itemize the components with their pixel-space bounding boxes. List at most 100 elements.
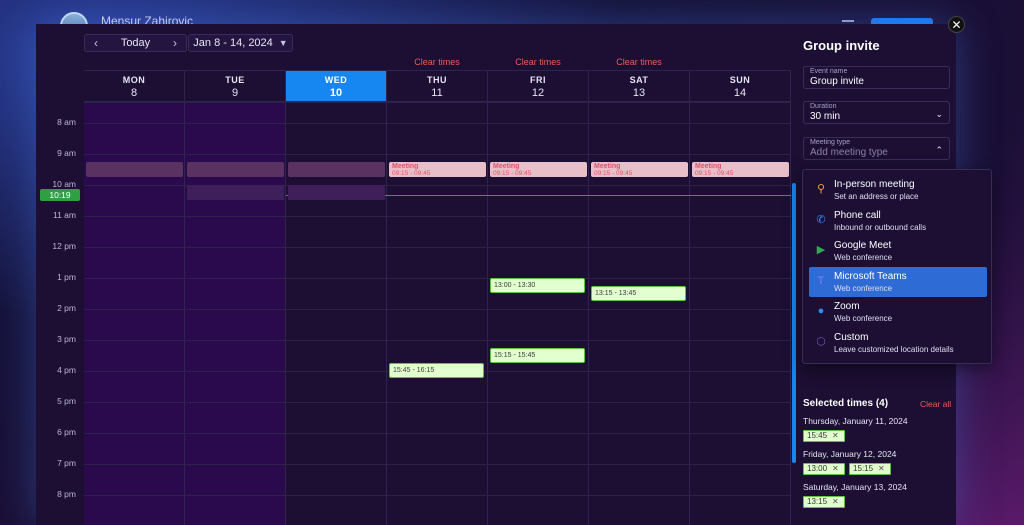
- clear-all-button[interactable]: Clear all: [920, 399, 951, 409]
- day-date: 10: [329, 87, 343, 99]
- hour-label: 1 pm: [57, 272, 76, 282]
- meeting-type-option[interactable]: ⬡ Custom Leave customized location details: [809, 328, 987, 358]
- clear-times-sat[interactable]: Clear times: [604, 57, 674, 67]
- selected-time-chip[interactable]: 13:15 ✕: [803, 496, 845, 508]
- selected-slot[interactable]: 15:45 - 16:15: [389, 363, 484, 379]
- close-icon[interactable]: ✕: [832, 464, 839, 473]
- meeting-event[interactable]: Meeting 09:15 - 09:45: [389, 161, 486, 177]
- meeting-type-option[interactable]: ⚲ In-person meeting Set an address or plac…: [809, 175, 987, 205]
- day-header-fri[interactable]: FRI 12: [488, 70, 589, 102]
- selected-slot[interactable]: 13:15 - 13:45: [591, 285, 686, 301]
- meeting-title: Meeting: [493, 162, 520, 170]
- hour-label: 12 pm: [52, 241, 76, 251]
- hour-line: [84, 340, 790, 341]
- meeting-title: Meeting: [392, 162, 419, 170]
- selected-time-chip[interactable]: 15:45 ✕: [803, 430, 845, 442]
- meeting-title: Meeting: [594, 162, 621, 170]
- selected-time-chip[interactable]: 13:00 ✕: [803, 463, 845, 475]
- option-subtitle: Web conference: [834, 314, 893, 323]
- panel-title: Group invite: [803, 38, 880, 53]
- hour-label: 8 pm: [57, 489, 76, 499]
- hour-label: 6 pm: [57, 427, 76, 437]
- google-meet-icon: ▶: [816, 244, 826, 256]
- date-range-picker[interactable]: Jan 8 - 14, 2024 ▼: [188, 34, 293, 52]
- meeting-type-label: Meeting type: [810, 139, 851, 146]
- chip-time: 13:15: [807, 497, 828, 506]
- selected-slot[interactable]: 13:00 - 13:30: [490, 278, 585, 293]
- calendar: ‹ Today › Jan 8 - 14, 2024 ▼ Clear times…: [36, 24, 796, 525]
- hour-label: 4 pm: [57, 365, 76, 375]
- duration-label: Duration: [810, 103, 837, 110]
- next-week-button[interactable]: ›: [164, 36, 186, 50]
- phone-icon: ✆: [816, 213, 826, 226]
- past-slot: [187, 185, 284, 200]
- top-bar: Mensur Zahirovic: [0, 0, 1024, 40]
- selected-slot[interactable]: 15:15 - 15:45: [490, 347, 585, 363]
- meeting-event[interactable]: Meeting 09:15 - 09:45: [692, 161, 789, 177]
- meeting-type-option[interactable]: ● Zoom Web conference: [809, 297, 987, 327]
- prev-week-button[interactable]: ‹: [85, 36, 107, 50]
- option-title: In-person meeting: [834, 179, 915, 190]
- meeting-title: Meeting: [695, 162, 722, 170]
- close-icon[interactable]: ✕: [832, 431, 839, 440]
- meeting-event[interactable]: [187, 161, 284, 177]
- clear-times-fri[interactable]: Clear times: [503, 57, 573, 67]
- meeting-time: 09:15 - 09:45: [493, 169, 532, 177]
- selected-times-title: Selected times (4): [803, 398, 889, 409]
- hour-line: [84, 433, 790, 434]
- hour-line: [84, 402, 790, 403]
- option-title: Microsoft Teams: [834, 270, 907, 282]
- hour-label: 3 pm: [57, 334, 76, 344]
- scrollbar[interactable]: [792, 183, 796, 463]
- day-header-sat[interactable]: SAT 13: [589, 70, 690, 102]
- option-title: Custom: [834, 331, 869, 343]
- week-nav: ‹ Today ›: [84, 34, 187, 52]
- time-grid[interactable]: Meeting 09:15 - 09:45 Meeting 09:15 - 09:45…: [84, 102, 791, 525]
- day-header-mon[interactable]: MON 8: [84, 70, 185, 102]
- meeting-type-select[interactable]: Meeting type Add meeting type ⌃: [803, 137, 950, 160]
- meeting-time: 09:15 - 09:45: [695, 169, 734, 177]
- duration-select[interactable]: Duration 30 min ⌄: [803, 101, 950, 124]
- option-subtitle: Set an address or place: [834, 192, 919, 201]
- hour-label: 5 pm: [57, 396, 76, 406]
- day-date: 9: [231, 87, 239, 99]
- day-date: 11: [431, 87, 443, 99]
- day-header-tue[interactable]: TUE 9: [185, 70, 286, 102]
- meeting-time: 09:15 - 09:45: [594, 169, 633, 177]
- option-subtitle: Web conference: [834, 253, 893, 262]
- selected-date: Saturday, January 13, 2024: [803, 482, 907, 492]
- hour-line: [84, 123, 790, 124]
- selected-time-chip[interactable]: 15:15 ✕: [849, 463, 891, 475]
- meeting-type-dropdown: ⚲ In-person meeting Set an address or plac…: [802, 169, 992, 364]
- meeting-type-option[interactable]: ▶ Google Meet Web conference: [809, 236, 987, 266]
- meeting-event[interactable]: [86, 161, 183, 177]
- meeting-event[interactable]: Meeting 09:15 - 09:45: [591, 161, 688, 177]
- clear-times-thu[interactable]: Clear times: [402, 57, 472, 67]
- custom-icon: ⬡: [816, 335, 826, 348]
- hour-line: [84, 154, 790, 155]
- meeting-type-option[interactable]: ✆ Phone call Inbound or outbound calls: [809, 206, 987, 236]
- chip-time: 15:45: [807, 431, 828, 440]
- event-name-value: Group invite: [810, 76, 864, 87]
- day-header-thu[interactable]: THU 11: [387, 70, 488, 102]
- day-name: SUN: [729, 75, 751, 85]
- meeting-event[interactable]: Meeting 09:15 - 09:45: [490, 161, 587, 177]
- close-icon[interactable]: ✕: [878, 464, 885, 473]
- option-subtitle: Leave customized location details: [834, 344, 954, 354]
- event-name-field[interactable]: Event name Group invite: [803, 66, 950, 89]
- meeting-type-placeholder: Add meeting type: [810, 147, 888, 158]
- zoom-icon: ●: [817, 305, 825, 317]
- map-pin-icon: ⚲: [816, 183, 826, 195]
- duration-value: 30 min: [810, 111, 841, 122]
- day-header-sun[interactable]: SUN 14: [690, 70, 791, 102]
- meeting-event[interactable]: [288, 161, 385, 177]
- selected-date: Thursday, January 11, 2024: [803, 416, 908, 426]
- today-button[interactable]: Today: [107, 37, 164, 49]
- meeting-type-option[interactable]: T Microsoft Teams Web conference: [809, 266, 987, 297]
- close-icon[interactable]: ✕: [832, 497, 839, 506]
- day-header-wed[interactable]: WED 10: [286, 70, 387, 102]
- hour-line: [84, 495, 790, 496]
- day-date: 12: [531, 87, 545, 99]
- teams-icon: T: [817, 274, 825, 287]
- option-subtitle: Inbound or outbound calls: [834, 222, 927, 232]
